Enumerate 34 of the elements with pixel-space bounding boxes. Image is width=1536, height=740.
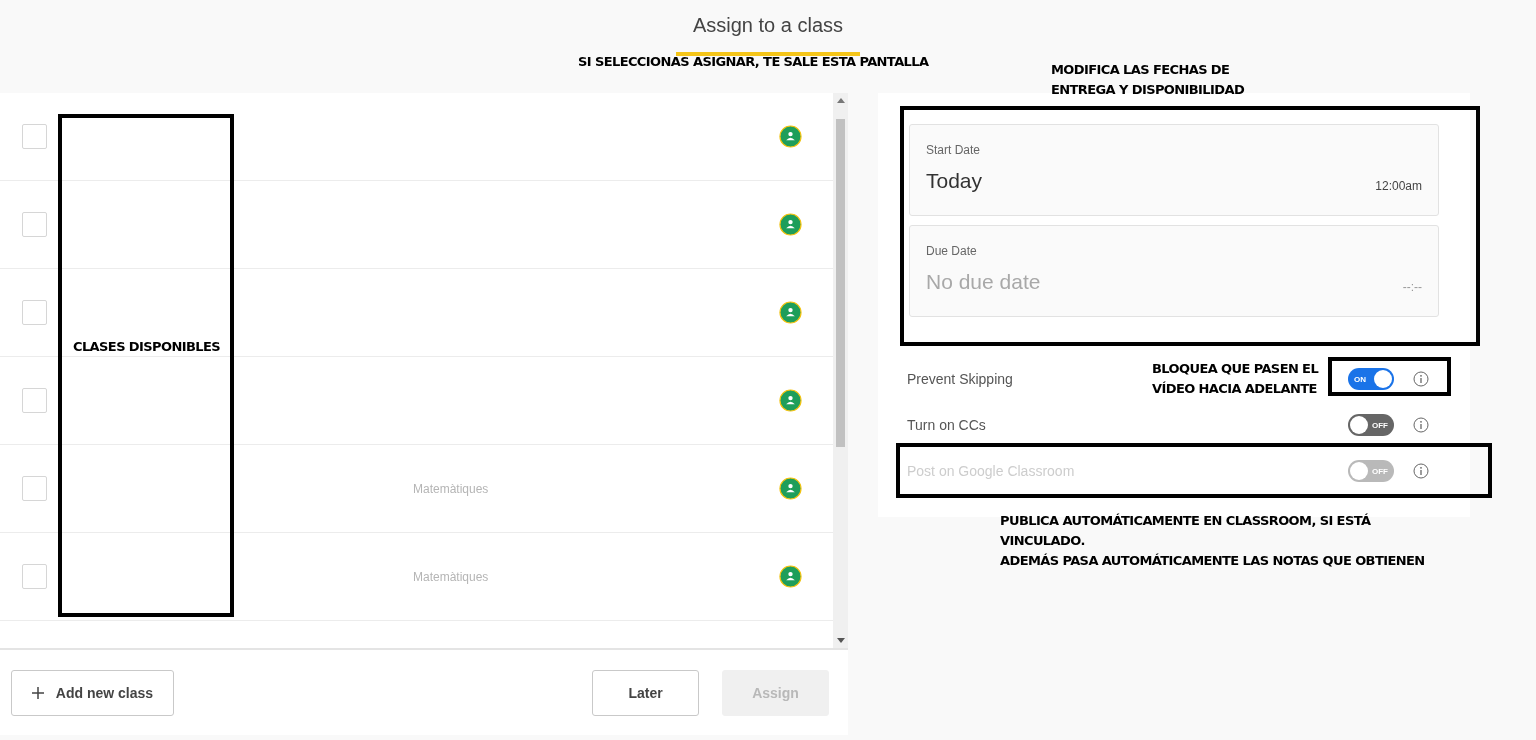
info-icon[interactable]	[1413, 463, 1429, 479]
classroom-icon	[779, 477, 802, 500]
info-icon[interactable]	[1413, 417, 1429, 433]
classroom-icon	[779, 389, 802, 412]
dialog-title: Assign to a class	[676, 8, 860, 56]
subject-label: Matemàtiques	[413, 569, 489, 584]
annotation-text: CLASES DISPONIBLES	[73, 338, 220, 356]
annotation-text: PUBLICA AUTOMÁTICAMENTE EN CLASSROOM, SI ESTÁ VINCULADO. ADEMÁS PASA AUTOMÁTICAMENTE LAS NOTAS QUE OBTIENEN	[1000, 512, 1425, 570]
start-date-field[interactable]: Start Date Today 12:00am	[909, 124, 1439, 216]
scroll-up-icon[interactable]	[836, 97, 845, 103]
due-date-field[interactable]: Due Date No due date --:--	[909, 225, 1439, 317]
plus-icon	[31, 686, 44, 699]
annotation-text: MODIFICA LAS FECHAS DE ENTREGA Y DISPONIBILIDAD	[1051, 61, 1245, 99]
scroll-down-icon[interactable]	[836, 638, 845, 644]
info-icon[interactable]	[1413, 371, 1429, 387]
checkbox[interactable]	[22, 212, 47, 237]
subject-label: Matemàtiques	[413, 481, 489, 496]
later-button[interactable]: Later	[592, 669, 699, 716]
classroom-icon	[779, 213, 802, 236]
classroom-icon	[779, 125, 802, 148]
annotation-text: BLOQUEA QUE PASEN EL VÍDEO HACIA ADELANTE	[1152, 360, 1319, 398]
toggle-switch[interactable]: ON	[1348, 368, 1394, 390]
annotation-text: SI SELECCIONAS ASIGNAR, TE SALE ESTA PANTALLA	[578, 53, 929, 71]
checkbox[interactable]	[22, 300, 47, 325]
scrollbar[interactable]	[833, 93, 848, 648]
toggle-switch[interactable]: OFF	[1348, 414, 1394, 436]
add-class-button[interactable]: Add new class	[11, 669, 174, 716]
classroom-icon	[779, 565, 802, 588]
classroom-icon	[779, 301, 802, 324]
checkbox[interactable]	[22, 388, 47, 413]
checkbox[interactable]	[22, 124, 47, 149]
checkbox[interactable]	[22, 564, 47, 589]
checkbox[interactable]	[22, 476, 47, 501]
setting-label: Turn on CCs	[907, 417, 987, 433]
